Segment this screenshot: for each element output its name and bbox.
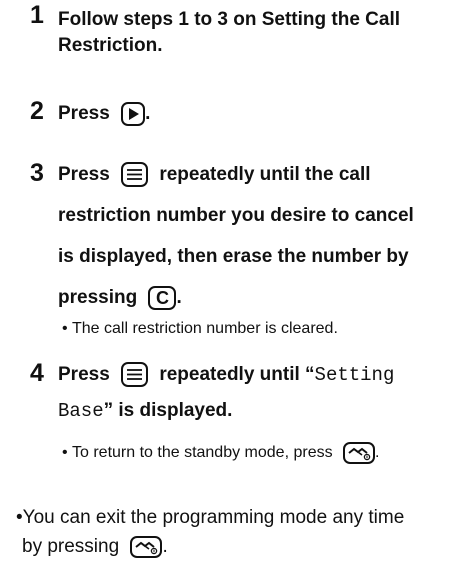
bullet-item: • The call restriction number is cleared. (62, 320, 338, 337)
menu-key-icon (121, 162, 149, 188)
step-text: Press repeatedly until the call restrict… (58, 162, 414, 310)
step-number: 3 (30, 159, 44, 187)
bullet-item: • To return to the standby mode, press . (62, 441, 380, 465)
step-text: Follow steps 1 to 3 on Setting the Call … (58, 9, 401, 56)
off-key-icon (343, 441, 376, 464)
menu-key-icon (121, 362, 149, 388)
display-text: Setting (314, 364, 395, 386)
c-key-icon: C (148, 285, 177, 310)
right-arrow-key-icon (121, 101, 146, 126)
step-text: Press . (58, 101, 151, 126)
note: •You can exit the programming mode any t… (16, 507, 405, 558)
step-number: 2 (30, 97, 44, 125)
step-text: Press repeatedly until “Setting Base” is… (58, 362, 395, 422)
step-number: 1 (30, 1, 44, 29)
display-text: Base (58, 400, 104, 422)
step-number: 4 (30, 359, 44, 387)
off-key-icon (130, 535, 163, 558)
